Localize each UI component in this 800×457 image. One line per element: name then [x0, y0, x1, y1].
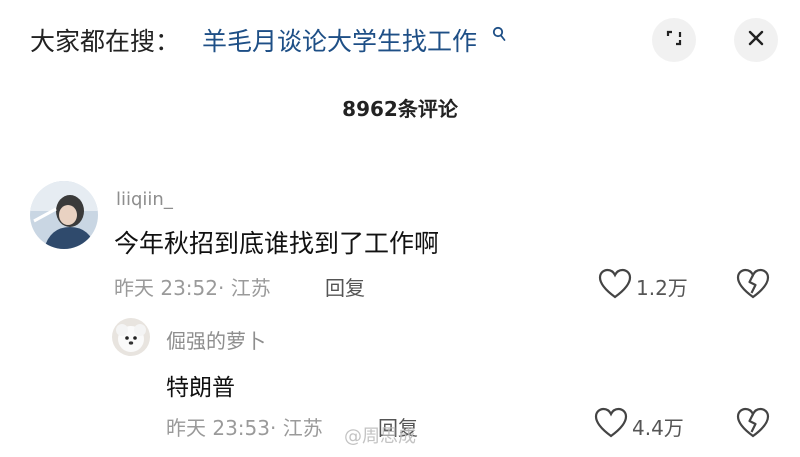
watermark: @周思成 [344, 426, 416, 447]
like-count: 1.2万 [636, 276, 688, 300]
expand-button[interactable] [652, 18, 696, 62]
search-icon[interactable] [492, 26, 506, 46]
reply-avatar[interactable] [112, 318, 150, 356]
close-button[interactable] [734, 18, 778, 62]
heart-icon[interactable] [594, 407, 628, 443]
top-bar: 大家都在搜： 羊毛月谈论大学生找工作 [0, 0, 800, 80]
reply-text: 特朗普 [166, 375, 235, 401]
broken-heart-icon[interactable] [736, 407, 770, 443]
reply-meta: 昨天 23:53· 江苏 [166, 416, 323, 440]
comment-username[interactable]: liiqiin_ [116, 189, 173, 210]
comment-text: 今年秋招到底谁找到了工作啊 [114, 229, 440, 258]
avatar[interactable] [30, 181, 98, 249]
search-query-link[interactable]: 羊毛月谈论大学生找工作 [202, 22, 477, 58]
comment-meta: 昨天 23:52· 江苏 [114, 276, 271, 300]
close-icon [747, 29, 765, 51]
reply-username[interactable]: 倔强的萝卜 [166, 325, 266, 354]
expand-icon [665, 29, 683, 51]
search-prefix: 大家都在搜： [30, 27, 181, 56]
reply-button[interactable]: 回复 [325, 272, 365, 301]
heart-icon[interactable] [598, 268, 632, 304]
comment-count: 8962条评论 [342, 97, 458, 121]
reply-like-count: 4.4万 [632, 416, 684, 440]
broken-heart-icon[interactable] [736, 268, 770, 304]
